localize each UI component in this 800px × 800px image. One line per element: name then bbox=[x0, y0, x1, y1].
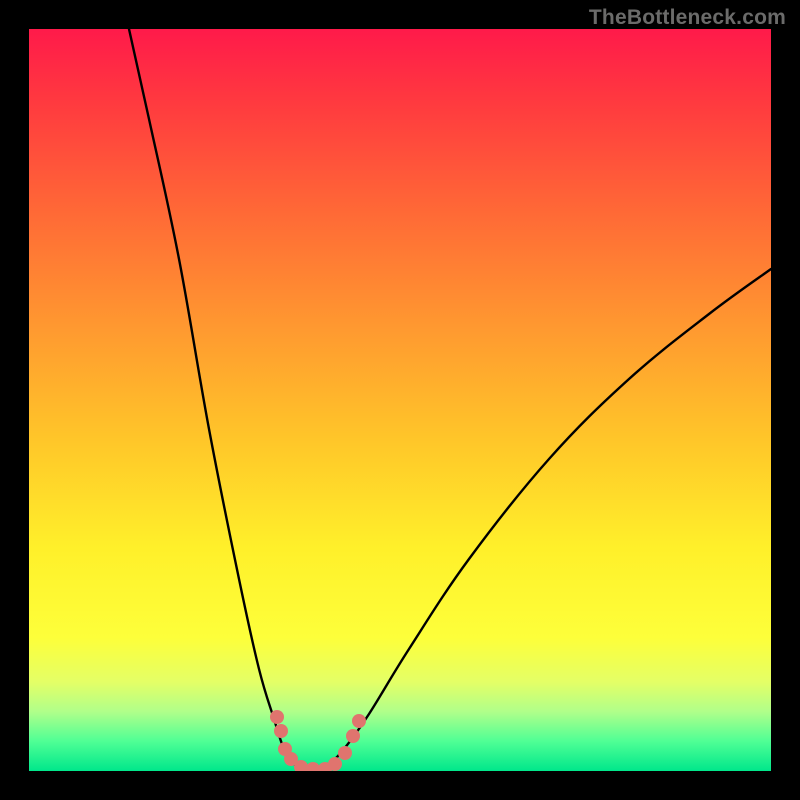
chart-frame: TheBottleneck.com bbox=[0, 0, 800, 800]
right-curve bbox=[319, 269, 771, 769]
valley-marker bbox=[270, 710, 284, 724]
left-curve bbox=[129, 29, 304, 769]
watermark-text: TheBottleneck.com bbox=[589, 6, 786, 30]
valley-marker bbox=[306, 762, 320, 771]
valley-marker bbox=[346, 729, 360, 743]
valley-marker bbox=[338, 746, 352, 760]
valley-marker bbox=[352, 714, 366, 728]
curve-layer bbox=[29, 29, 771, 771]
valley-markers bbox=[270, 710, 366, 771]
plot-area bbox=[29, 29, 771, 771]
valley-marker bbox=[328, 757, 342, 771]
valley-marker bbox=[274, 724, 288, 738]
